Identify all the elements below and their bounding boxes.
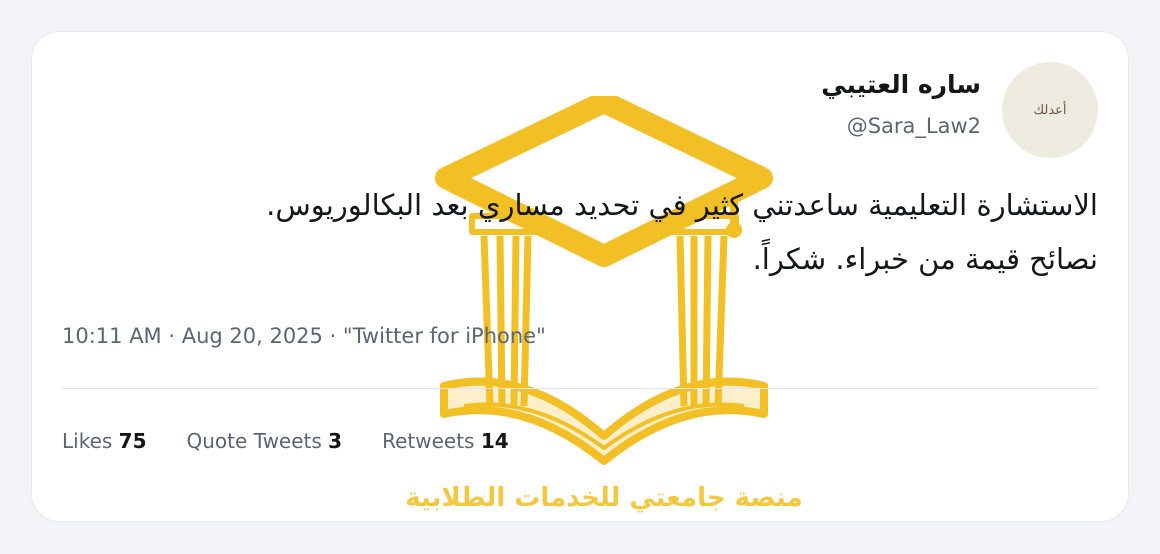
retweets-count: 14 — [480, 429, 509, 453]
tweet-text-line: نصائح قيمة من خبراء. شكراً. — [752, 242, 1098, 276]
quote-tweets-count: 3 — [328, 429, 343, 453]
quote-tweets-label: Quote Tweets — [186, 429, 322, 453]
likes-label: Likes — [62, 429, 113, 453]
tweet-timestamp[interactable]: 10:11 AM · Aug 20, 2025 · "Twitter for i… — [62, 324, 546, 348]
avatar[interactable]: أعدلك — [1002, 62, 1098, 158]
likes-count: 75 — [118, 429, 147, 453]
retweets-stat[interactable]: Retweets 14 — [382, 429, 509, 453]
tweet-card: منصة جامعتي للخدمات الطلابية أعدلك ساره … — [31, 31, 1129, 522]
engagement-stats: Likes 75 Quote Tweets 3 Retweets 14 — [62, 429, 509, 453]
tweet-body: الاستشارة التعليمية ساعدتني كثير في تحدي… — [58, 178, 1098, 286]
likes-stat[interactable]: Likes 75 — [62, 429, 147, 453]
quote-tweets-stat[interactable]: Quote Tweets 3 — [187, 429, 343, 453]
user-handle[interactable]: @Sara_Law2 — [847, 114, 981, 138]
avatar-logo-text: أعدلك — [1033, 102, 1067, 118]
watermark-text: منصة جامعتي للخدمات الطلابية — [405, 483, 802, 513]
tweet-text-line: الاستشارة التعليمية ساعدتني كثير في تحدي… — [266, 188, 1098, 222]
watermark-logo: منصة جامعتي للخدمات الطلابية — [405, 96, 803, 513]
divider — [62, 388, 1098, 389]
display-name[interactable]: ساره العتيبي — [821, 70, 981, 99]
retweets-label: Retweets — [382, 429, 475, 453]
